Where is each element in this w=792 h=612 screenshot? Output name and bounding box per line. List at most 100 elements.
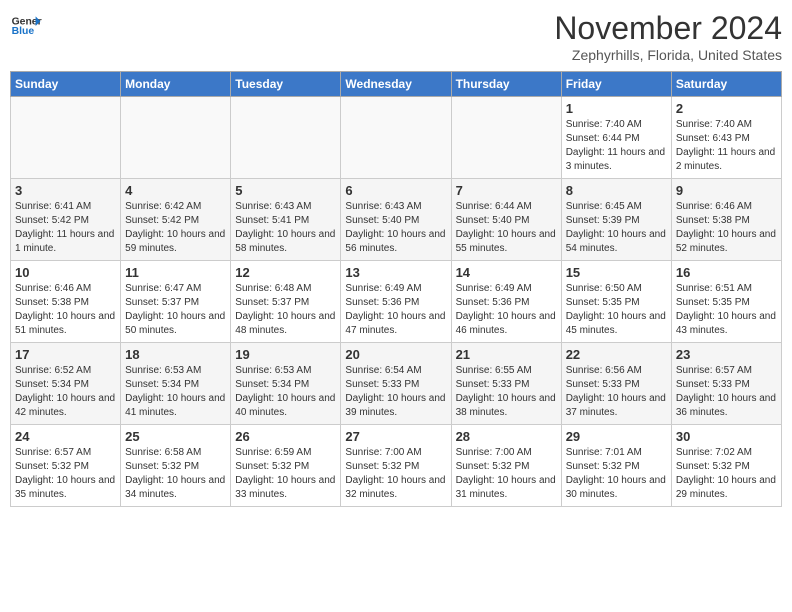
day-info: Sunrise: 7:40 AM Sunset: 6:43 PM Dayligh… xyxy=(676,118,777,174)
day-of-week-header: Tuesday xyxy=(231,72,341,97)
day-number: 19 xyxy=(235,347,336,362)
day-info: Sunrise: 6:46 AM Sunset: 5:38 PM Dayligh… xyxy=(15,282,116,338)
day-info: Sunrise: 6:46 AM Sunset: 5:38 PM Dayligh… xyxy=(676,200,777,256)
day-info: Sunrise: 6:43 AM Sunset: 5:40 PM Dayligh… xyxy=(345,200,446,256)
day-info: Sunrise: 6:54 AM Sunset: 5:33 PM Dayligh… xyxy=(345,364,446,420)
day-of-week-header: Sunday xyxy=(11,72,121,97)
day-number: 21 xyxy=(456,347,557,362)
day-number: 22 xyxy=(566,347,667,362)
calendar-cell: 22Sunrise: 6:56 AM Sunset: 5:33 PM Dayli… xyxy=(561,343,671,425)
day-number: 15 xyxy=(566,265,667,280)
day-number: 28 xyxy=(456,429,557,444)
day-info: Sunrise: 7:00 AM Sunset: 5:32 PM Dayligh… xyxy=(345,446,446,502)
calendar-cell xyxy=(121,97,231,179)
calendar-week-row: 17Sunrise: 6:52 AM Sunset: 5:34 PM Dayli… xyxy=(11,343,782,425)
day-number: 3 xyxy=(15,183,116,198)
calendar-cell: 19 Sunrise: 6:53 AM Sunset: 5:34 PM Dayli… xyxy=(231,343,341,425)
calendar-table: SundayMondayTuesdayWednesdayThursdayFrid… xyxy=(10,71,782,507)
day-number: 20 xyxy=(345,347,446,362)
calendar-cell: 5 Sunrise: 6:43 AM Sunset: 5:41 PM Daylig… xyxy=(231,179,341,261)
day-info: Sunrise: 7:40 AM Sunset: 6:44 PM Dayligh… xyxy=(566,118,667,174)
calendar-cell: 8 Sunrise: 6:45 AM Sunset: 5:39 PM Daylig… xyxy=(561,179,671,261)
location: Zephyrhills, Florida, United States xyxy=(554,47,782,63)
page-header: General Blue November 2024 Zephyrhills, … xyxy=(10,10,782,63)
day-info: Sunrise: 7:01 AM Sunset: 5:32 PM Dayligh… xyxy=(566,446,667,502)
day-number: 30 xyxy=(676,429,777,444)
day-number: 10 xyxy=(15,265,116,280)
calendar-cell: 17Sunrise: 6:52 AM Sunset: 5:34 PM Dayli… xyxy=(11,343,121,425)
day-number: 27 xyxy=(345,429,446,444)
calendar-cell: 14Sunrise: 6:49 AM Sunset: 5:36 PM Dayli… xyxy=(451,261,561,343)
day-info: Sunrise: 6:42 AM Sunset: 5:42 PM Dayligh… xyxy=(125,200,226,256)
day-info: Sunrise: 6:58 AM Sunset: 5:32 PM Dayligh… xyxy=(125,446,226,502)
calendar-cell: 21 Sunrise: 6:55 AM Sunset: 5:33 PM Dayli… xyxy=(451,343,561,425)
day-info: Sunrise: 6:59 AM Sunset: 5:32 PM Dayligh… xyxy=(235,446,336,502)
day-number: 24 xyxy=(15,429,116,444)
day-number: 13 xyxy=(345,265,446,280)
day-info: Sunrise: 6:44 AM Sunset: 5:40 PM Dayligh… xyxy=(456,200,557,256)
calendar-week-row: 10 Sunrise: 6:46 AM Sunset: 5:38 PM Dayli… xyxy=(11,261,782,343)
day-info: Sunrise: 6:43 AM Sunset: 5:41 PM Dayligh… xyxy=(235,200,336,256)
calendar-cell: 3 Sunrise: 6:41 AM Sunset: 5:42 PM Daylig… xyxy=(11,179,121,261)
calendar-cell xyxy=(451,97,561,179)
day-of-week-header: Monday xyxy=(121,72,231,97)
day-info: Sunrise: 6:57 AM Sunset: 5:33 PM Dayligh… xyxy=(676,364,777,420)
day-info: Sunrise: 6:45 AM Sunset: 5:39 PM Dayligh… xyxy=(566,200,667,256)
day-number: 12 xyxy=(235,265,336,280)
calendar-cell: 7 Sunrise: 6:44 AM Sunset: 5:40 PM Daylig… xyxy=(451,179,561,261)
calendar-cell: 15Sunrise: 6:50 AM Sunset: 5:35 PM Dayli… xyxy=(561,261,671,343)
calendar-week-row: 24 Sunrise: 6:57 AM Sunset: 5:32 PM Dayli… xyxy=(11,425,782,507)
day-info: Sunrise: 6:49 AM Sunset: 5:36 PM Dayligh… xyxy=(345,282,446,338)
calendar-cell: 29 Sunrise: 7:01 AM Sunset: 5:32 PM Dayli… xyxy=(561,425,671,507)
day-number: 7 xyxy=(456,183,557,198)
day-info: Sunrise: 6:47 AM Sunset: 5:37 PM Dayligh… xyxy=(125,282,226,338)
day-info: Sunrise: 6:53 AM Sunset: 5:34 PM Dayligh… xyxy=(125,364,226,420)
day-of-week-header: Saturday xyxy=(671,72,781,97)
day-info: Sunrise: 6:51 AM Sunset: 5:35 PM Dayligh… xyxy=(676,282,777,338)
day-number: 26 xyxy=(235,429,336,444)
day-info: Sunrise: 7:00 AM Sunset: 5:32 PM Dayligh… xyxy=(456,446,557,502)
calendar-cell xyxy=(341,97,451,179)
day-number: 5 xyxy=(235,183,336,198)
day-info: Sunrise: 6:48 AM Sunset: 5:37 PM Dayligh… xyxy=(235,282,336,338)
day-number: 29 xyxy=(566,429,667,444)
calendar-cell: 2 Sunrise: 7:40 AM Sunset: 6:43 PM Daylig… xyxy=(671,97,781,179)
month-title: November 2024 xyxy=(554,10,782,47)
calendar-week-row: 3 Sunrise: 6:41 AM Sunset: 5:42 PM Daylig… xyxy=(11,179,782,261)
calendar-cell: 13 Sunrise: 6:49 AM Sunset: 5:36 PM Dayli… xyxy=(341,261,451,343)
calendar-cell: 26 Sunrise: 6:59 AM Sunset: 5:32 PM Dayli… xyxy=(231,425,341,507)
calendar-cell: 25 Sunrise: 6:58 AM Sunset: 5:32 PM Dayli… xyxy=(121,425,231,507)
calendar-cell: 18 Sunrise: 6:53 AM Sunset: 5:34 PM Dayli… xyxy=(121,343,231,425)
calendar-cell: 16 Sunrise: 6:51 AM Sunset: 5:35 PM Dayli… xyxy=(671,261,781,343)
day-number: 1 xyxy=(566,101,667,116)
day-number: 25 xyxy=(125,429,226,444)
day-number: 11 xyxy=(125,265,226,280)
day-number: 18 xyxy=(125,347,226,362)
calendar-cell: 30 Sunrise: 7:02 AM Sunset: 5:32 PM Dayli… xyxy=(671,425,781,507)
day-number: 16 xyxy=(676,265,777,280)
calendar-cell: 11 Sunrise: 6:47 AM Sunset: 5:37 PM Dayli… xyxy=(121,261,231,343)
day-info: Sunrise: 7:02 AM Sunset: 5:32 PM Dayligh… xyxy=(676,446,777,502)
day-info: Sunrise: 6:41 AM Sunset: 5:42 PM Dayligh… xyxy=(15,200,116,256)
day-number: 23 xyxy=(676,347,777,362)
calendar-cell xyxy=(231,97,341,179)
calendar-cell: 6Sunrise: 6:43 AM Sunset: 5:40 PM Daylig… xyxy=(341,179,451,261)
logo-icon: General Blue xyxy=(10,10,42,42)
day-info: Sunrise: 6:55 AM Sunset: 5:33 PM Dayligh… xyxy=(456,364,557,420)
day-info: Sunrise: 6:57 AM Sunset: 5:32 PM Dayligh… xyxy=(15,446,116,502)
calendar-cell: 20 Sunrise: 6:54 AM Sunset: 5:33 PM Dayli… xyxy=(341,343,451,425)
calendar-cell: 23 Sunrise: 6:57 AM Sunset: 5:33 PM Dayli… xyxy=(671,343,781,425)
day-number: 8 xyxy=(566,183,667,198)
calendar-week-row: 1 Sunrise: 7:40 AM Sunset: 6:44 PM Daylig… xyxy=(11,97,782,179)
day-info: Sunrise: 6:53 AM Sunset: 5:34 PM Dayligh… xyxy=(235,364,336,420)
day-number: 14 xyxy=(456,265,557,280)
day-of-week-header: Thursday xyxy=(451,72,561,97)
calendar-cell: 9 Sunrise: 6:46 AM Sunset: 5:38 PM Daylig… xyxy=(671,179,781,261)
calendar-cell: 1 Sunrise: 7:40 AM Sunset: 6:44 PM Daylig… xyxy=(561,97,671,179)
day-number: 9 xyxy=(676,183,777,198)
calendar-cell: 24 Sunrise: 6:57 AM Sunset: 5:32 PM Dayli… xyxy=(11,425,121,507)
day-number: 4 xyxy=(125,183,226,198)
svg-text:Blue: Blue xyxy=(12,26,35,37)
calendar-cell: 10 Sunrise: 6:46 AM Sunset: 5:38 PM Dayli… xyxy=(11,261,121,343)
day-number: 2 xyxy=(676,101,777,116)
